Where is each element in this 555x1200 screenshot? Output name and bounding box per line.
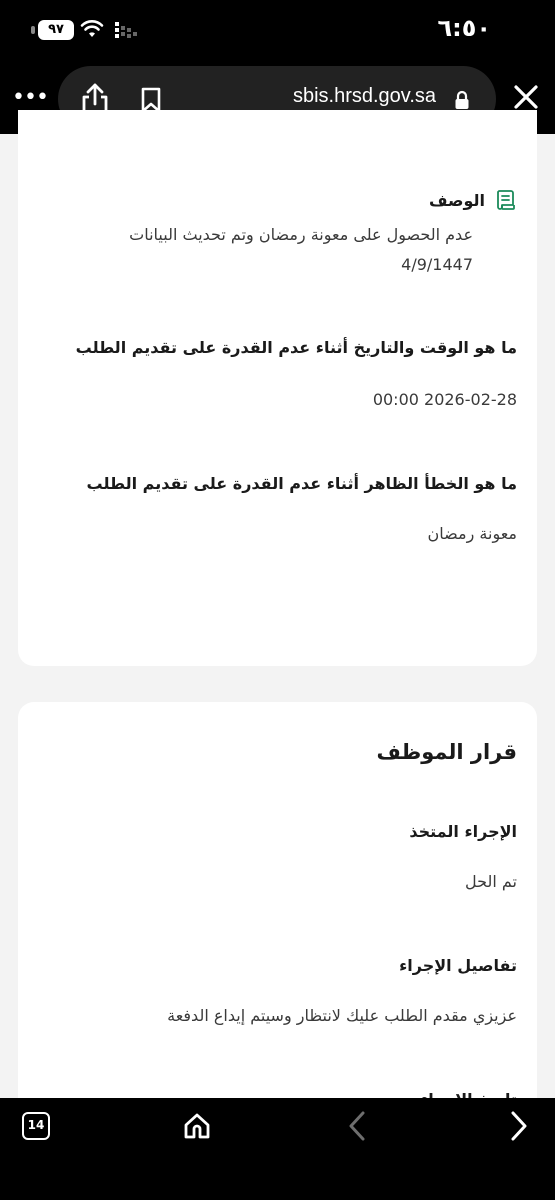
answer-error: معونة رمضان <box>427 524 517 543</box>
tabs-button[interactable]: 14 <box>22 1112 50 1140</box>
description-label: الوصف <box>428 190 485 210</box>
battery-cap <box>31 26 35 34</box>
document-icon <box>497 190 515 210</box>
question-datetime: ما هو الوقت والتاريخ أثناء عدم القدرة عل… <box>75 338 517 357</box>
battery-indicator: ٩٧ <box>38 20 74 40</box>
bottom-toolbar: 14 <box>0 1098 555 1200</box>
chevron-right-icon[interactable] <box>508 1110 530 1142</box>
request-details-card: الوصف عدم الحصول على معونة رمضان وتم تحد… <box>18 110 537 666</box>
action-details-value: عزيزي مقدم الطلب عليك لانتظار وسيتم إيدا… <box>167 1006 517 1025</box>
url-text: sbis.hrsd.gov.sa <box>292 85 436 107</box>
action-taken-label: الإجراء المتخذ <box>409 822 517 841</box>
home-icon[interactable] <box>183 1112 211 1140</box>
employee-decision-card: قرار الموظف الإجراء المتخذ تم الحل تفاصي… <box>18 702 537 1122</box>
chevron-left-icon[interactable] <box>346 1110 368 1142</box>
close-icon[interactable] <box>511 82 541 112</box>
description-text: عدم الحصول على معونة رمضان وتم تحديث الب… <box>129 225 473 274</box>
action-details-label: تفاصيل الإجراء <box>399 956 517 975</box>
description-header: الوصف <box>429 188 517 212</box>
ellipsis-icon[interactable]: ••• <box>12 84 49 112</box>
answer-datetime: 2026-02-28 00:00 <box>372 390 517 409</box>
section-title: قرار الموظف <box>376 740 517 764</box>
action-taken-value: تم الحل <box>465 872 517 891</box>
question-error: ما هو الخطأ الظاهر أثناء عدم القدرة على … <box>86 474 517 493</box>
signal-icon <box>115 22 137 38</box>
clock: ٦:٥٠ <box>437 14 491 42</box>
status-bar: ٩٧ ٦:٥٠ <box>0 0 555 62</box>
wifi-icon <box>80 20 104 37</box>
lock-icon <box>455 90 469 109</box>
